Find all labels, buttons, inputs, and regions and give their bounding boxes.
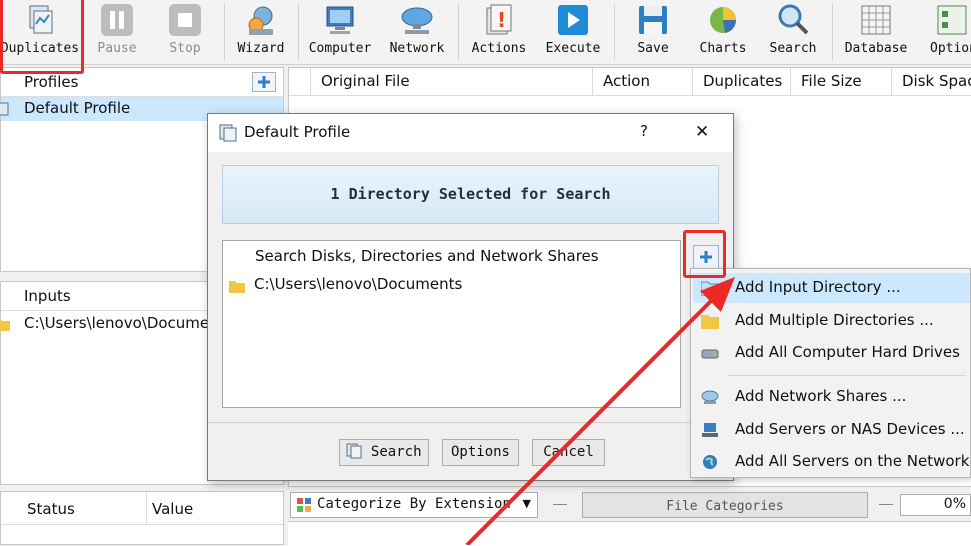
annotation-arrow <box>465 277 735 545</box>
